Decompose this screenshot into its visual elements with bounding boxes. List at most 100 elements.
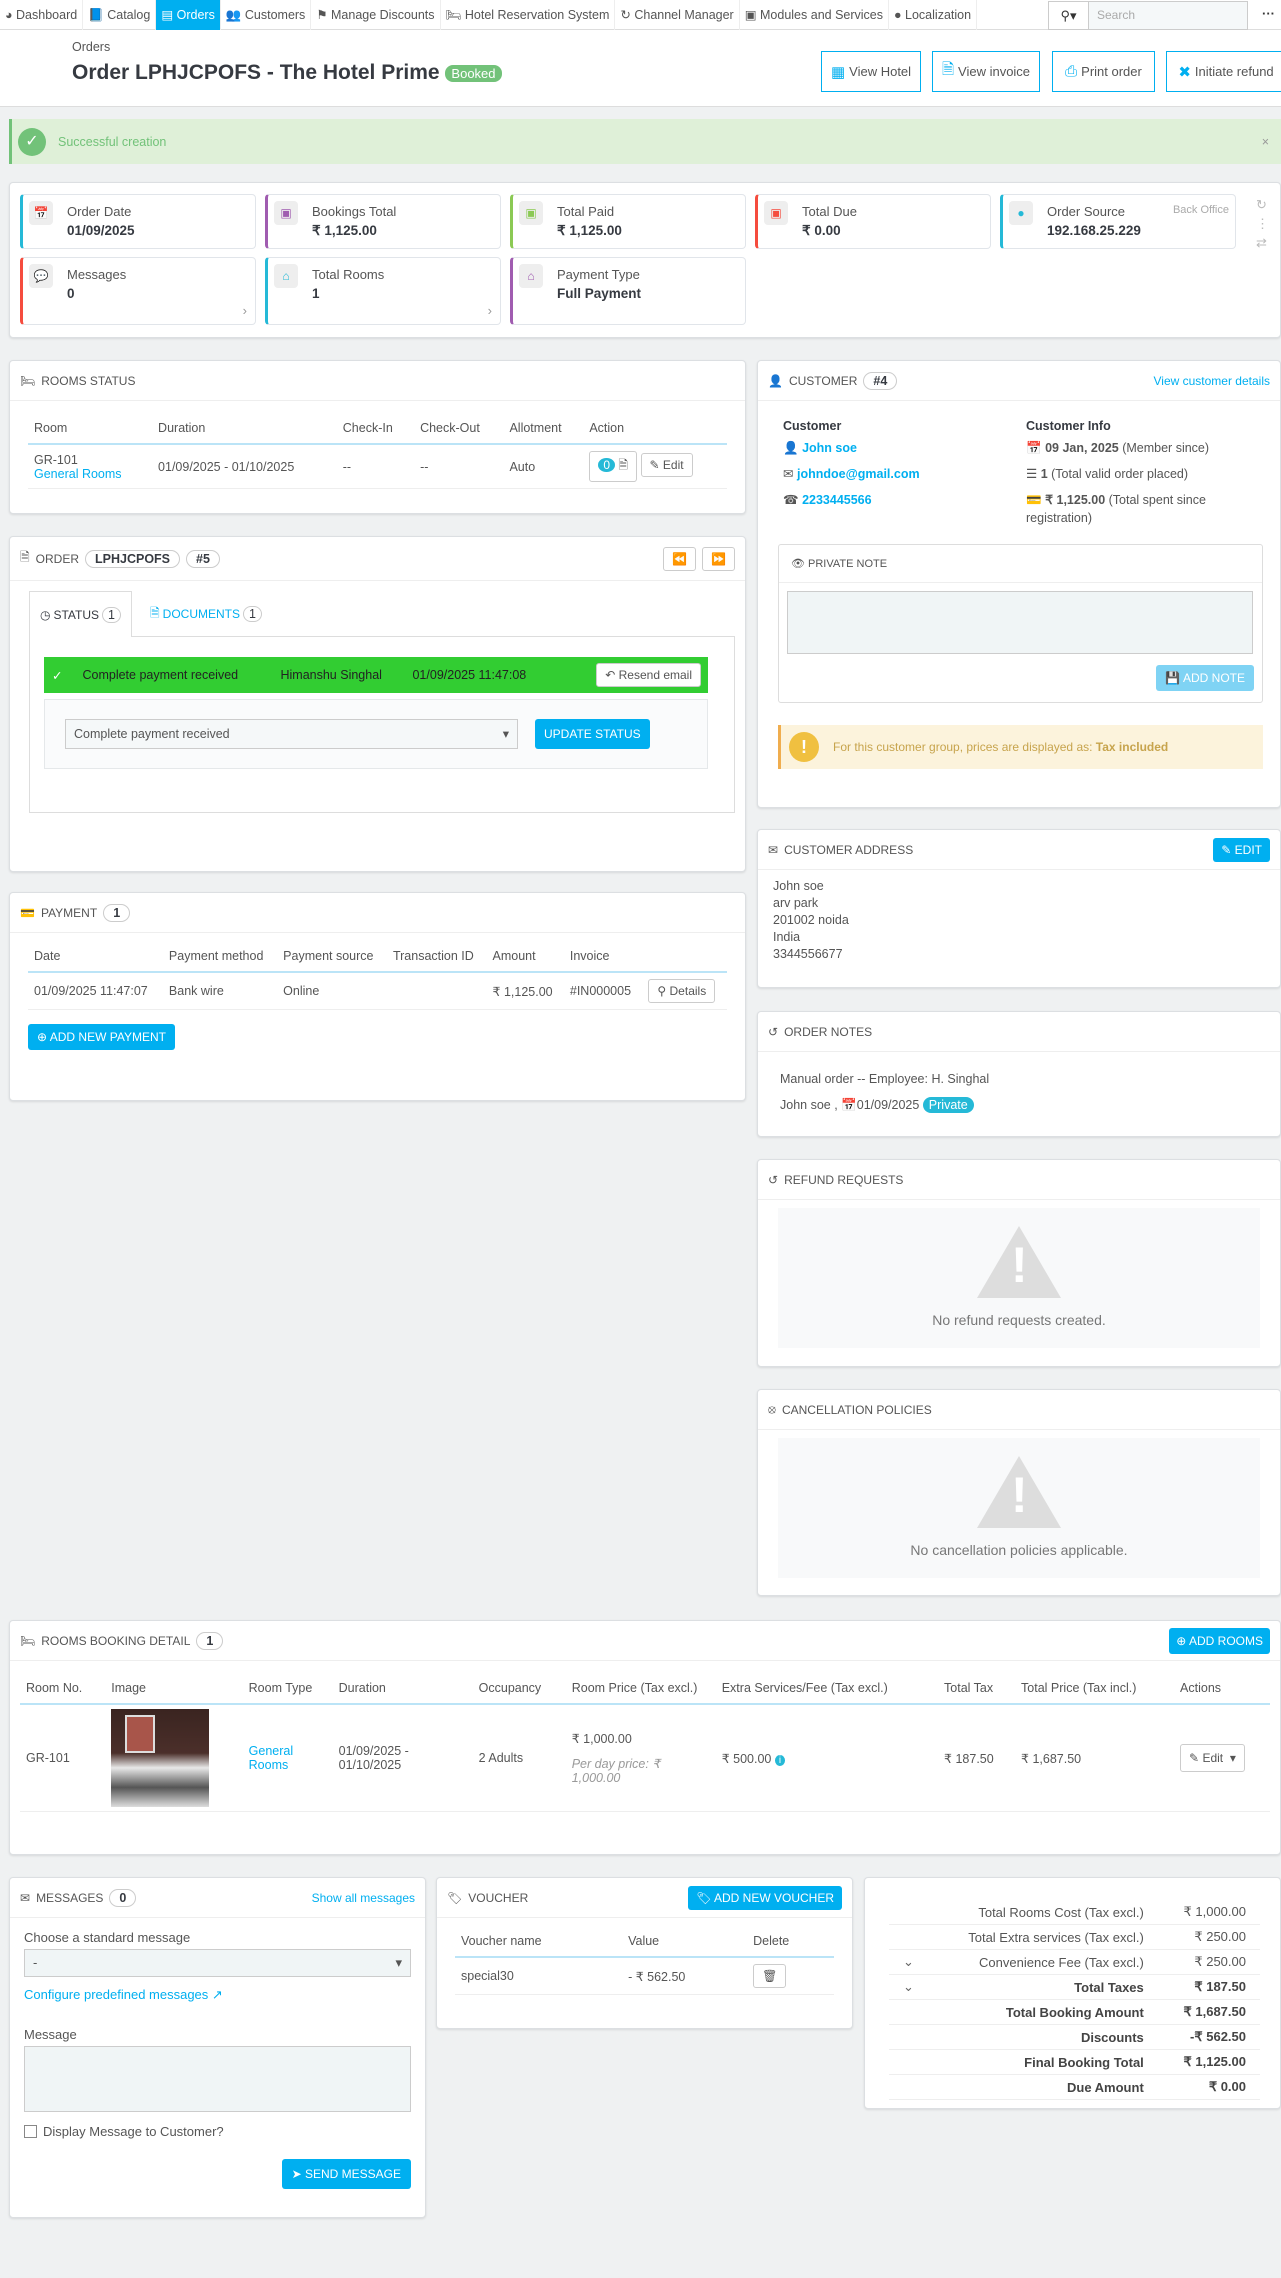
order-totals-panel: Total Rooms Cost (Tax excl.) ₹ 1,000.00 To… xyxy=(864,1877,1281,2109)
customer-phone-link[interactable]: 2233445566 xyxy=(802,493,872,507)
totals-row: Total Rooms Cost (Tax excl.) ₹ 1,000.00 xyxy=(889,1900,1260,1925)
send-message-button[interactable]: ➤ Send Message xyxy=(281,2159,411,2189)
delete-voucher-button[interactable]: 🗑 xyxy=(753,1964,787,1988)
search-input[interactable]: Search xyxy=(1089,2,1247,29)
column-header: Check-In xyxy=(336,413,415,445)
configure-messages-link[interactable]: Configure predefined messages xyxy=(24,1987,208,2002)
comments-icon: 💬 xyxy=(29,264,53,288)
room-type-link[interactable]: General Rooms xyxy=(249,1744,293,1772)
documents-button[interactable]: 0 🗎 xyxy=(589,451,638,482)
chevron-down-icon[interactable]: ⌄ xyxy=(889,1974,928,2000)
paper-plane-icon: ➤ xyxy=(291,2167,302,2181)
initiate-refund-button[interactable]: ✖ Initiate refund xyxy=(1166,51,1281,92)
check-icon: ✓ xyxy=(52,668,63,683)
view-invoice-button[interactable]: 🗎 View invoice xyxy=(932,51,1040,92)
add-note-button[interactable]: 💾 Add Note xyxy=(1156,665,1254,691)
credit-card-icon: 💳 xyxy=(1026,493,1042,507)
column-header: Actions xyxy=(1174,1673,1270,1705)
times-circle-icon: ⦻ xyxy=(768,1402,776,1416)
nav-item-dashboard[interactable]: ◕ Dashboard xyxy=(0,0,84,30)
add-voucher-button[interactable]: 🏷 Add New Voucher xyxy=(688,1885,842,1910)
warning-icon xyxy=(977,1456,1061,1528)
room-type-link[interactable]: General Rooms xyxy=(34,467,122,481)
nav-item-localization[interactable]: ● Localization xyxy=(889,0,978,30)
totals-row: ⌄ Convenience Fee (Tax excl.) ₹ 250.00 xyxy=(889,1949,1260,1975)
chevron-right-icon[interactable]: › xyxy=(488,303,492,318)
resend-email-button[interactable]: ↶ Resend email xyxy=(596,663,701,687)
kpi-panel: ↻ ⋮ ⇄ 📅 Order Date 01/09/2025 ▣ Bookings Total… xyxy=(9,182,1281,338)
print-order-button[interactable]: ⎙ Print order xyxy=(1052,51,1155,92)
column-header: Total Tax xyxy=(938,1673,1016,1705)
caret-down-icon: ▾ xyxy=(395,1955,402,1970)
close-icon[interactable]: × xyxy=(1262,135,1269,149)
nav-item-channel-manager[interactable]: ↻ Channel Manager xyxy=(615,0,740,30)
info-icon[interactable]: i xyxy=(774,1754,786,1766)
customer-email-link[interactable]: johndoe@gmail.com xyxy=(797,467,920,481)
kpi-total-rooms[interactable]: ⌂ Total Rooms 1 › xyxy=(265,257,501,325)
nav-item-catalog[interactable]: 📘 Catalog xyxy=(83,0,157,30)
standard-message-select[interactable]: - ▾ xyxy=(24,1949,411,1977)
more-icon[interactable]: ··· xyxy=(1262,6,1275,21)
kpi-bookings-total: ▣ Bookings Total ₹ 1,125.00 xyxy=(265,194,501,249)
calendar-icon: 📅 xyxy=(1026,441,1042,455)
payment-details-button[interactable]: ⚲ Details xyxy=(648,979,716,1003)
customer-name-link[interactable]: John soe xyxy=(802,441,857,455)
tax-notice: ! For this customer group, prices are di… xyxy=(778,725,1263,769)
pencil-icon: ✎ xyxy=(1221,842,1232,857)
edit-button[interactable]: ✎ Edit xyxy=(640,453,693,477)
chevron-down-icon[interactable]: ⌄ xyxy=(889,1949,928,1975)
edit-room-button[interactable]: ✎ Edit ▾ xyxy=(1180,1744,1245,1772)
column-header: Action xyxy=(583,413,727,445)
view-customer-details-link[interactable]: View customer details xyxy=(1154,374,1271,388)
order-status-select[interactable]: Complete payment received ▾ xyxy=(65,719,518,749)
column-header: Duration xyxy=(332,1673,473,1705)
tab-documents[interactable]: 🗎 Documents 1 xyxy=(150,591,262,637)
envelope-icon: ✉ xyxy=(768,842,779,857)
add-payment-button[interactable]: ⊕ Add New Payment xyxy=(28,1024,175,1050)
view-hotel-button[interactable]: ▦ View Hotel xyxy=(821,51,921,92)
chevron-right-icon[interactable]: › xyxy=(243,303,247,318)
column-header: Occupancy xyxy=(472,1673,566,1705)
refresh-icon[interactable]: ↻ xyxy=(1256,195,1269,214)
totals-row: Final Booking Total ₹ 1,125.00 xyxy=(889,2049,1260,2075)
update-status-button[interactable]: Update Status xyxy=(535,719,650,749)
nav-item-orders[interactable]: ▤ Orders xyxy=(156,0,221,30)
add-rooms-button[interactable]: ⊕ Add Rooms xyxy=(1169,1627,1270,1654)
globe-icon: ● xyxy=(1009,201,1033,225)
payment-panel: 💳 Payment 1 Date Payment method Payment sour… xyxy=(9,892,746,1101)
previous-order-button[interactable]: ⏪ xyxy=(663,546,697,571)
toggle-icon[interactable]: ⇄ xyxy=(1256,233,1269,252)
private-note-textarea[interactable] xyxy=(787,591,1253,654)
message-textarea[interactable] xyxy=(24,2046,411,2112)
warning-icon: ! xyxy=(789,732,819,762)
status-badge: Booked xyxy=(445,64,502,82)
next-order-button[interactable]: ⏩ xyxy=(702,546,735,571)
customer-address-panel: ✉ Customer Address ✎ Edit John soe arv park… xyxy=(757,829,1281,988)
search-icon: ⚲ xyxy=(657,984,667,998)
more-vertical-icon[interactable]: ⋮ xyxy=(1256,214,1269,233)
display-to-customer-checkbox[interactable] xyxy=(24,2125,37,2138)
column-header: Payment method xyxy=(162,941,278,973)
payment-table: Date Payment method Payment source Transact… xyxy=(28,941,727,1010)
home-icon: ⌂ xyxy=(274,264,298,288)
plus-circle-icon: ⊕ xyxy=(37,1030,48,1044)
kpi-order-date: 📅 Order Date 01/09/2025 xyxy=(20,194,256,249)
column-header: Room Price (Tax excl.) xyxy=(565,1673,716,1705)
edit-address-button[interactable]: ✎ Edit xyxy=(1213,837,1270,862)
caret-down-icon[interactable]: ▾ xyxy=(1230,1751,1236,1765)
reply-icon: ↶ xyxy=(605,668,616,682)
show-all-messages-link[interactable]: Show all messages xyxy=(312,1891,415,1905)
dashboard-icon: ◕ xyxy=(5,7,17,22)
breadcrumb[interactable]: Orders xyxy=(72,40,110,54)
nav-item-customers[interactable]: 👥 Customers xyxy=(221,0,312,30)
tab-status[interactable]: ◷ Status 1 xyxy=(29,591,132,637)
status-history-row: ✓ Complete payment received Himanshu Sin… xyxy=(44,657,708,693)
pencil-icon: ✎ xyxy=(649,458,660,472)
search-icon[interactable]: ⚲▾ xyxy=(1049,2,1089,29)
nav-item-manage-discounts[interactable]: ⚑ Manage Discounts xyxy=(311,0,441,30)
nav-item-hotel-reservation-system[interactable]: 🛏 Hotel Reservation System xyxy=(441,0,616,30)
nav-item-modules-and-services[interactable]: ▣ Modules and Services xyxy=(740,0,889,30)
totals-table: Total Rooms Cost (Tax excl.) ₹ 1,000.00 To… xyxy=(889,1900,1260,2100)
column-header: Duration xyxy=(152,413,337,445)
kpi-messages[interactable]: 💬 Messages 0 › xyxy=(20,257,256,325)
